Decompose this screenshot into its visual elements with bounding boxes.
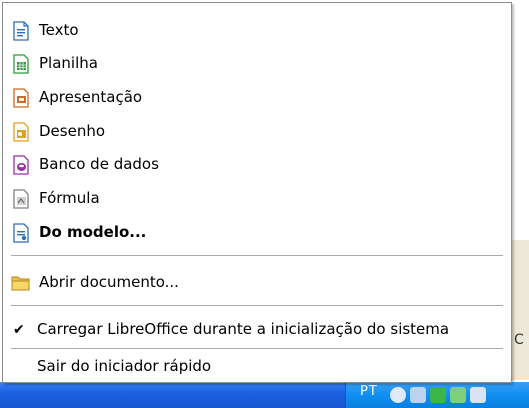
menu-item-label: Do modelo... <box>39 223 147 241</box>
menu-item-banco-de-dados[interactable]: Banco de dados <box>3 149 511 179</box>
folder-icon <box>11 276 30 291</box>
calc-spreadsheet-icon <box>13 54 29 74</box>
impress-presentation-icon <box>13 88 29 108</box>
writer-document-icon <box>13 21 29 41</box>
menu-item-label: Desenho <box>39 122 106 140</box>
menu-item-label: Texto <box>39 21 79 39</box>
menu-item-planilha[interactable]: Planilha <box>3 48 511 78</box>
menu-item-label: Sair do iniciador rápido <box>37 357 212 375</box>
menu-separator <box>11 348 503 350</box>
menu-item-texto[interactable]: Texto <box>3 15 511 45</box>
menu-item-apresentacao[interactable]: Apresentação <box>3 82 511 112</box>
quickstarter-menu: Texto Planilha Apresentação Desenho Banc… <box>2 2 512 383</box>
menu-item-label: Banco de dados <box>39 155 159 173</box>
menu-item-label: Planilha <box>39 54 98 72</box>
menu-separator <box>11 305 503 307</box>
system-tray: PT <box>345 382 529 408</box>
base-database-icon <box>13 155 29 175</box>
template-icon <box>13 223 29 243</box>
menu-separator <box>11 255 503 257</box>
display-icon[interactable] <box>410 387 426 403</box>
menu-item-desenho[interactable]: Desenho <box>3 116 511 146</box>
app-tray-icon[interactable] <box>430 387 446 403</box>
menu-item-label: Abrir documento... <box>39 273 179 291</box>
chat-tray-icon[interactable] <box>450 387 466 403</box>
language-indicator[interactable]: PT <box>360 384 378 399</box>
tray-extra-icon[interactable] <box>470 387 486 403</box>
draw-drawing-icon <box>13 122 29 142</box>
menu-item-label: Carregar LibreOffice durante a inicializ… <box>37 320 450 338</box>
menu-item-do-modelo[interactable]: Do modelo... <box>3 217 511 247</box>
network-icon[interactable] <box>390 387 406 403</box>
menu-item-abrir-documento[interactable]: Abrir documento... <box>3 267 511 297</box>
background-window-text: C <box>514 332 524 348</box>
menu-item-label: Apresentação <box>39 88 143 106</box>
menu-item-label: Fórmula <box>39 189 100 207</box>
menu-item-preload-toggle[interactable]: ✔ Carregar LibreOffice durante a inicial… <box>3 314 511 344</box>
math-formula-icon <box>13 189 29 209</box>
checkmark-icon: ✔ <box>13 322 25 338</box>
menu-item-formula[interactable]: Fórmula <box>3 183 511 213</box>
menu-item-sair[interactable]: Sair do iniciador rápido <box>3 351 511 381</box>
